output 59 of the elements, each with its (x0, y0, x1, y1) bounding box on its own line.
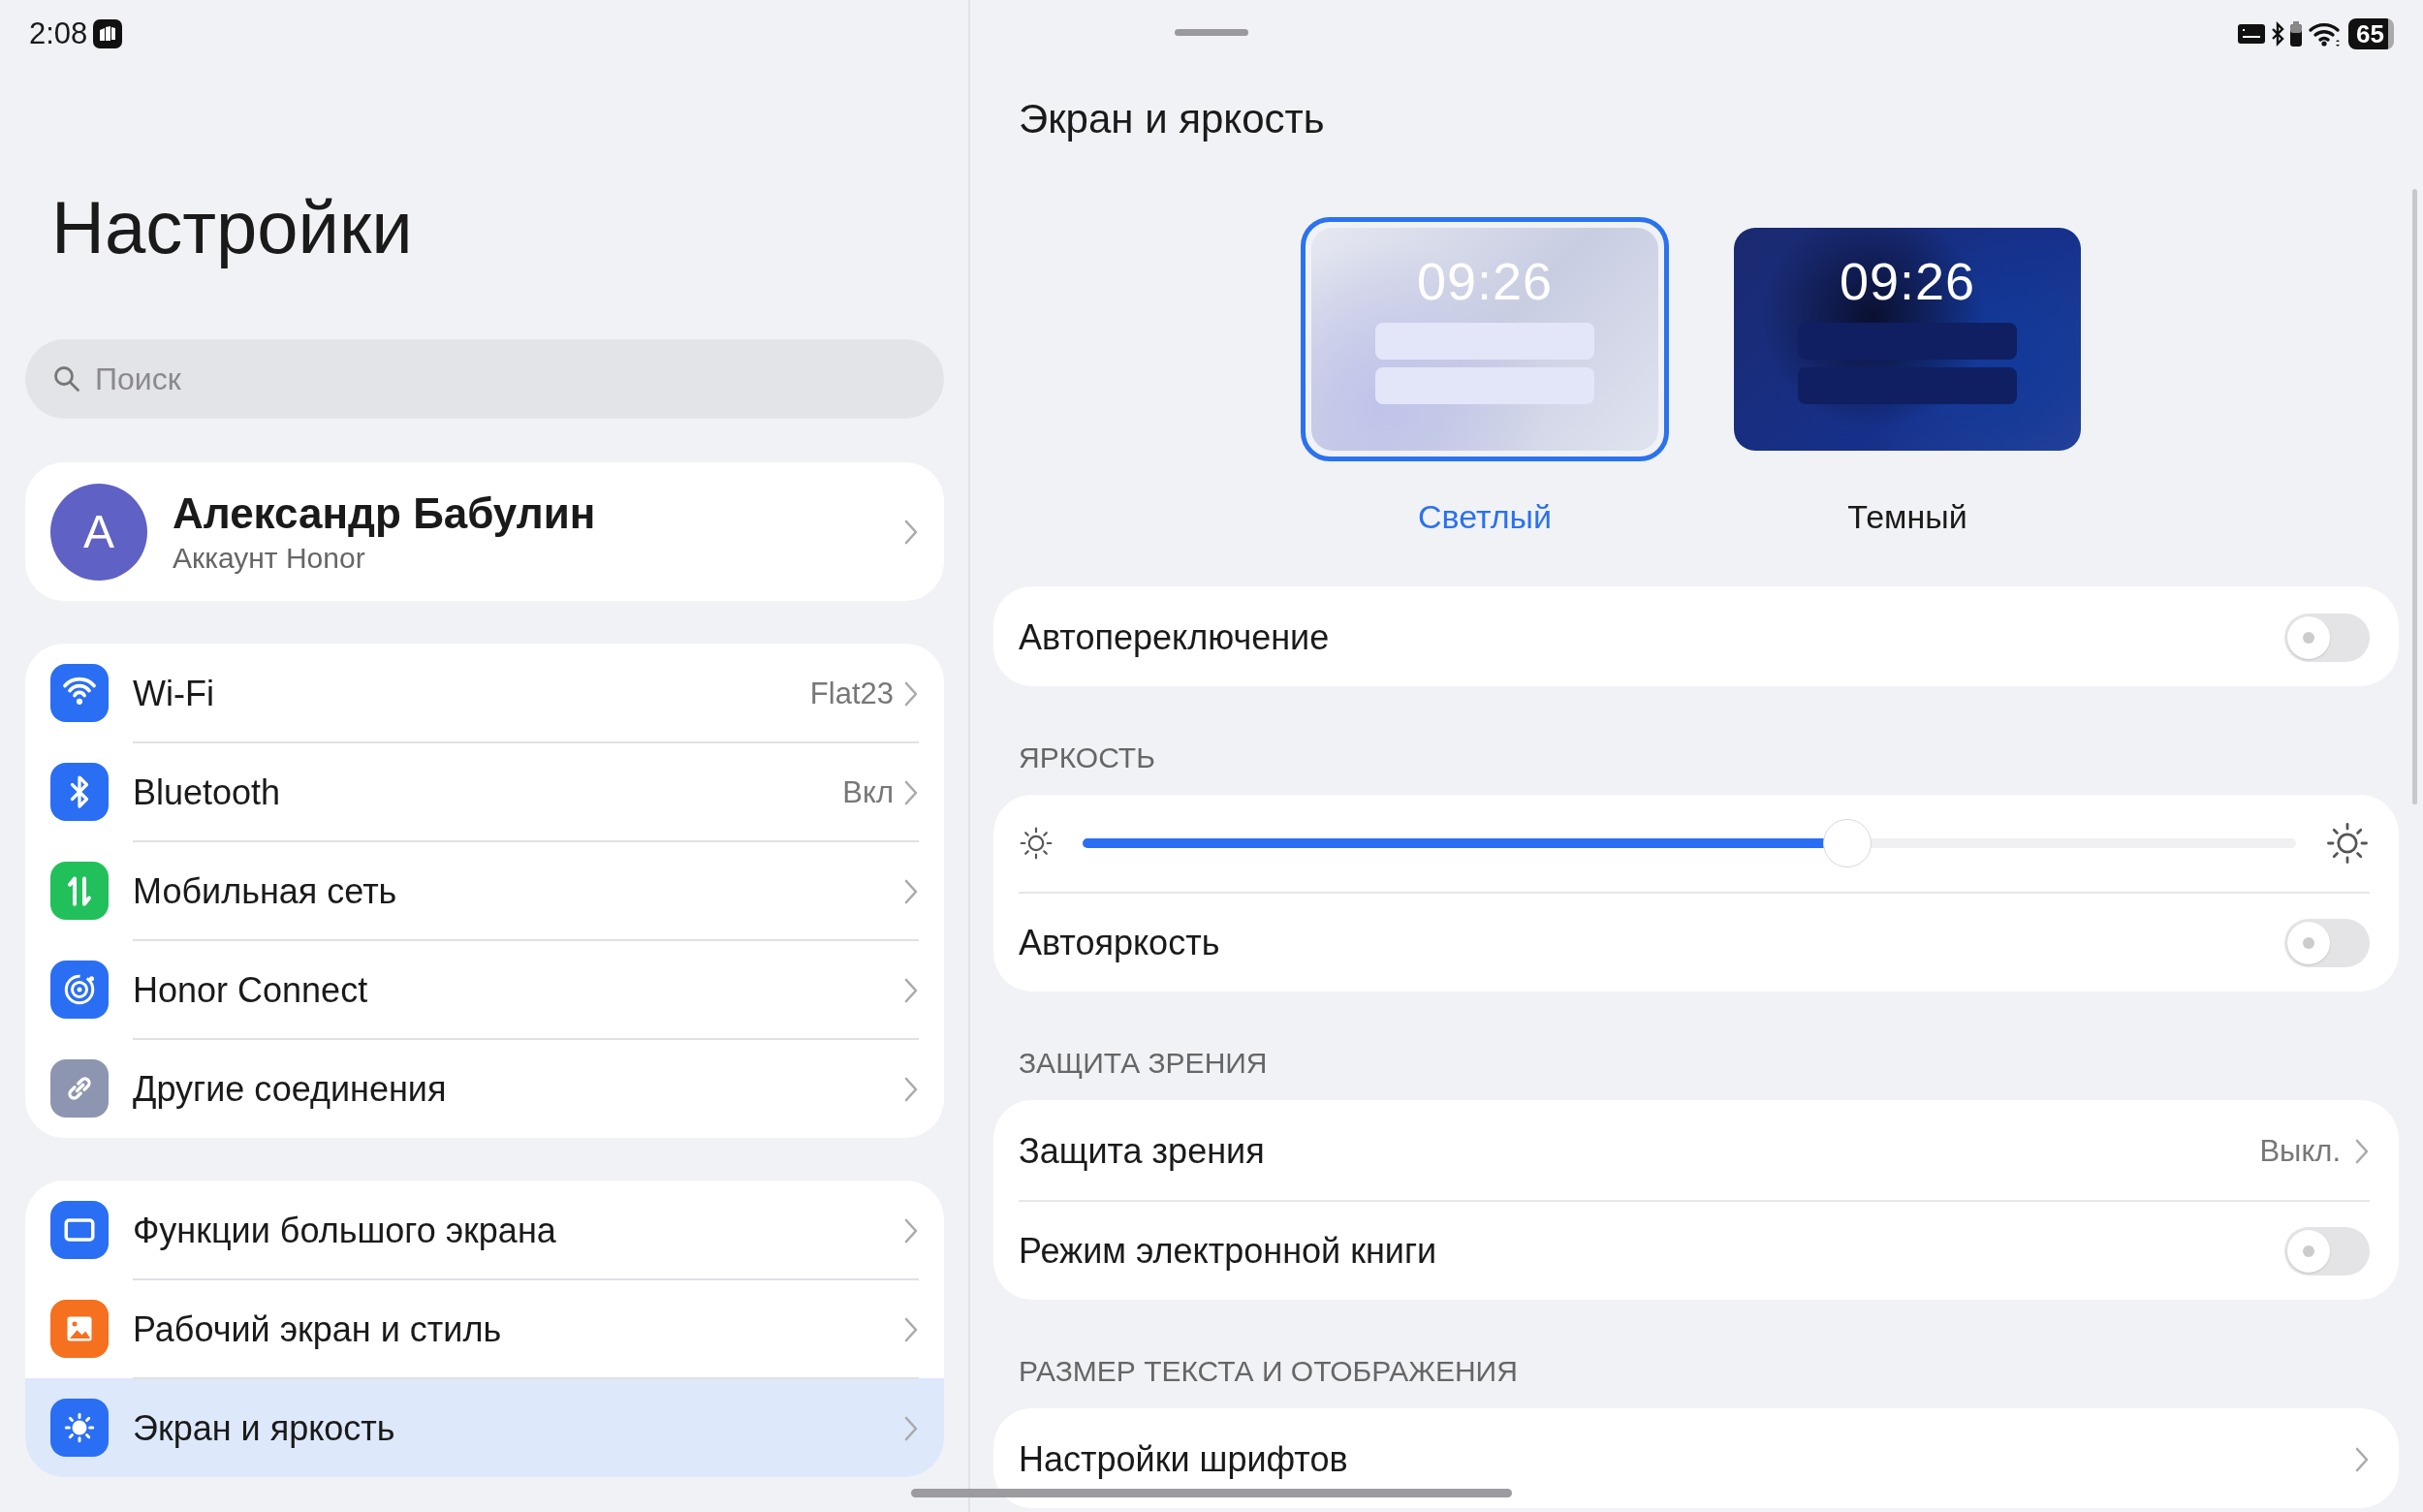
brightness-high-icon (2325, 821, 2370, 866)
chevron-icon (2354, 1445, 2370, 1473)
avatar: А (50, 483, 147, 581)
screen-icon (50, 1201, 109, 1259)
app-notification-icon (93, 19, 123, 48)
settings-item[interactable]: Honor Connect (25, 940, 944, 1039)
battery-indicator: 65 (2348, 18, 2394, 49)
keyboard-icon (2238, 24, 2266, 44)
settings-item[interactable]: Мобильная сеть (25, 841, 944, 940)
page-title: Настройки (51, 185, 414, 270)
account-name: Александр Бабулин (173, 488, 597, 538)
setting-row[interactable]: Защита зрения Выкл. (1019, 1100, 2370, 1200)
brightness-low-icon (1019, 826, 1054, 861)
search-icon (52, 364, 81, 394)
chevron-icon (903, 1316, 919, 1343)
preview-clock: 09:26 (1839, 251, 1976, 311)
setting-label: Автояркость (1019, 922, 1221, 963)
slider-thumb[interactable] (1822, 819, 1872, 867)
settings-item[interactable]: Функции большого экрана (25, 1181, 944, 1279)
chevron-icon (903, 878, 919, 905)
setting-label: Режим электронной книги (1019, 1230, 1438, 1272)
sun-icon (50, 1399, 109, 1457)
section-header: ЯРКОСТЬ (1019, 740, 1156, 775)
settings-item[interactable]: Wi-Fi Flat23 (25, 644, 944, 742)
account-card[interactable]: А Александр Бабулин Аккаунт Honor (25, 462, 944, 601)
bluetooth-icon (50, 763, 109, 821)
brightness-slider[interactable] (1083, 819, 2296, 867)
status-time: 2:08 (29, 16, 88, 51)
image-icon (50, 1300, 109, 1358)
chevron-icon (903, 680, 919, 708)
scrollbar[interactable] (2412, 189, 2417, 804)
link-icon (50, 1059, 109, 1118)
section-header: РАЗМЕР ТЕКСТА И ОТОБРАЖЕНИЯ (1019, 1354, 1519, 1389)
drag-handle[interactable] (1175, 29, 1248, 36)
chevron-icon (903, 518, 919, 546)
home-indicator[interactable] (911, 1489, 1512, 1497)
setting-label: Автопереключение (1019, 616, 1331, 658)
bluetooth-icon (2271, 21, 2285, 47)
toggle-switch[interactable] (2284, 918, 2370, 967)
chevron-icon (2354, 1137, 2370, 1165)
chevron-icon (903, 1076, 919, 1103)
settings-item[interactable]: Bluetooth Вкл (25, 742, 944, 841)
search-field[interactable]: Поиск (25, 339, 944, 419)
settings-item[interactable]: Экран и яркость (25, 1378, 944, 1477)
wifi-icon (50, 664, 109, 722)
device-battery-icon (2290, 21, 2303, 47)
chevron-icon (903, 1217, 919, 1244)
settings-item[interactable]: Другие соединения (25, 1039, 944, 1138)
section-header: ЗАЩИТА ЗРЕНИЯ (1019, 1046, 1269, 1081)
account-subtitle: Аккаунт Honor (173, 541, 366, 575)
toggle-switch[interactable] (2284, 613, 2370, 662)
chevron-icon (903, 779, 919, 806)
toggle-switch[interactable] (2284, 1226, 2370, 1276)
chevron-icon (903, 977, 919, 1004)
setting-row[interactable]: Настройки шрифтов (1019, 1408, 2370, 1508)
theme-label: Светлый (1417, 498, 1553, 536)
theme-label: Темный (1847, 498, 1967, 536)
chevron-icon (903, 1415, 919, 1442)
section-title: Экран и яркость (1019, 95, 1326, 143)
